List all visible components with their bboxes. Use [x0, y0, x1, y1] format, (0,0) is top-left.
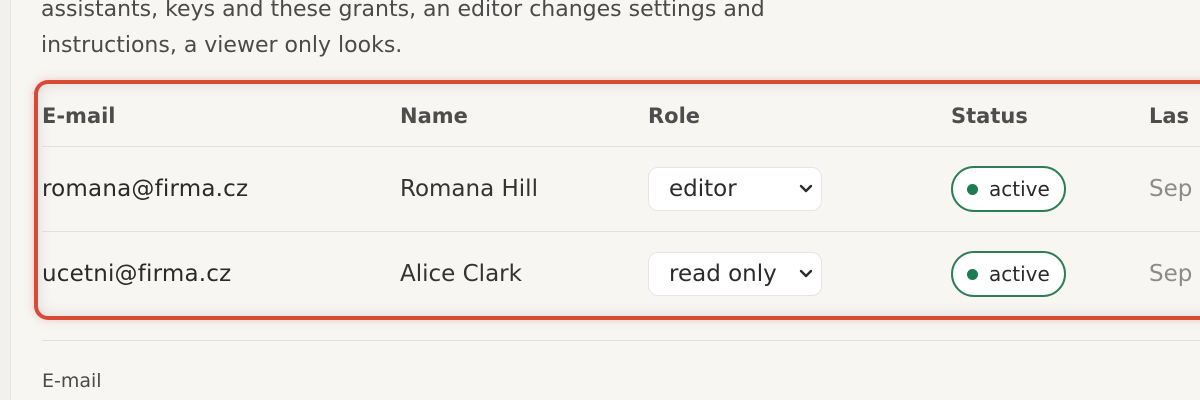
- description-line-1: assistants, keys and these grants, an ed…: [41, 0, 765, 22]
- table-header: E-mail Name Role Status Las: [42, 86, 1200, 147]
- table-row: ucetni@firma.cz Alice Clark read only ac…: [42, 232, 1200, 316]
- column-header-role: Role: [648, 104, 701, 128]
- status-badge: active: [951, 251, 1066, 297]
- members-table: E-mail Name Role Status Las romana@firma…: [42, 86, 1200, 316]
- section-divider: [42, 340, 1200, 341]
- member-last-active-cell: Sep: [1149, 147, 1192, 231]
- member-name-cell: Alice Clark: [400, 232, 522, 316]
- status-dot-icon: [967, 183, 978, 195]
- status-label: active: [989, 177, 1050, 201]
- status-badge: active: [951, 166, 1066, 212]
- column-header-email: E-mail: [42, 104, 116, 128]
- chevron-down-icon: [799, 184, 813, 193]
- member-email: romana@firma.cz: [42, 176, 249, 202]
- role-select-value: read only: [669, 261, 777, 287]
- member-name: Alice Clark: [400, 261, 522, 287]
- member-email-cell: ucetni@firma.cz: [42, 232, 231, 316]
- member-role-cell: editor: [648, 147, 822, 231]
- status-label: active: [989, 262, 1050, 286]
- column-header-name: Name: [400, 104, 468, 128]
- status-dot-icon: [967, 268, 978, 280]
- role-select[interactable]: read only: [648, 252, 822, 296]
- member-name: Romana Hill: [400, 176, 538, 202]
- member-last-active: Sep: [1149, 176, 1193, 202]
- column-header-last-active: Las: [1149, 104, 1190, 128]
- role-select-value: editor: [669, 176, 737, 202]
- role-select[interactable]: editor: [648, 167, 822, 211]
- member-email-cell: romana@firma.cz: [42, 147, 248, 231]
- column-header-status: Status: [951, 104, 1028, 128]
- left-rail: [0, 0, 11, 400]
- roles-description: assistants, keys and these grants, an ed…: [41, 0, 861, 64]
- invite-email-label: E-mail: [42, 370, 102, 392]
- chevron-down-icon: [799, 269, 813, 278]
- member-status-cell: active: [951, 147, 1066, 231]
- member-last-active: Sep: [1149, 261, 1193, 287]
- member-status-cell: active: [951, 232, 1066, 316]
- member-last-active-cell: Sep: [1149, 232, 1192, 316]
- table-row: romana@firma.cz Romana Hill editor activ…: [42, 147, 1200, 232]
- member-role-cell: read only: [648, 232, 822, 316]
- member-name-cell: Romana Hill: [400, 147, 538, 231]
- member-email: ucetni@firma.cz: [42, 261, 232, 287]
- members-page: assistants, keys and these grants, an ed…: [0, 0, 1200, 400]
- description-line-2: instructions, a viewer only looks.: [41, 33, 403, 58]
